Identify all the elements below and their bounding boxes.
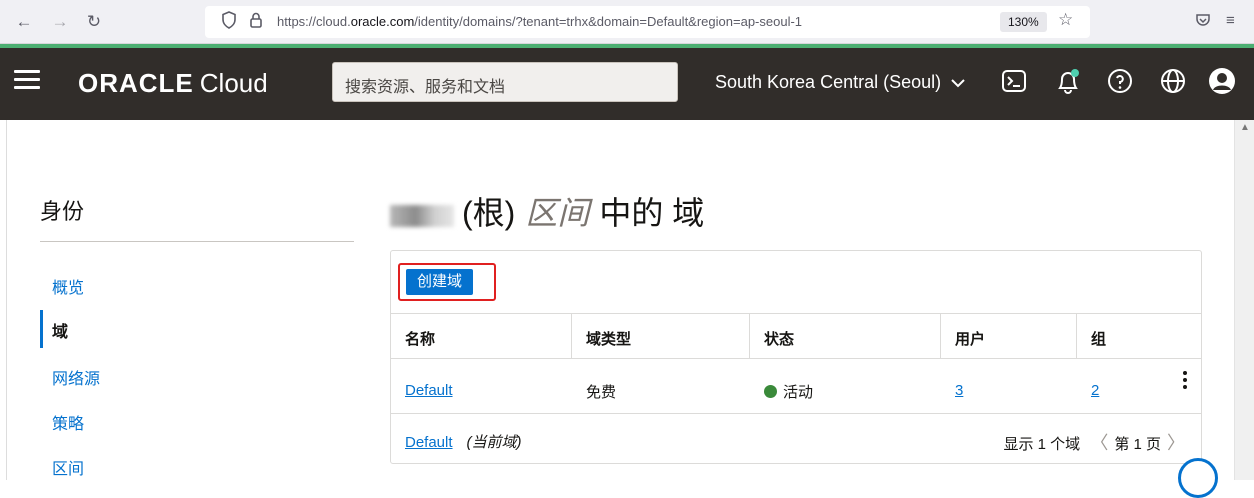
column-header-users[interactable]: 用户 <box>955 328 985 349</box>
page-title: (根) 区间 中的 域 <box>390 188 704 234</box>
domain-name-link[interactable]: Default <box>405 382 453 399</box>
bookmark-star-icon[interactable]: ☆ <box>1058 10 1073 30</box>
console-header: ORACLE Cloud 搜索资源、服务和文档 South Korea Centr… <box>0 44 1254 120</box>
language-globe-icon[interactable] <box>1155 63 1191 99</box>
help-lifebuoy-icon[interactable] <box>1178 458 1218 498</box>
region-label: South Korea Central (Seoul) <box>715 72 942 92</box>
back-icon[interactable]: ← <box>12 10 36 34</box>
help-icon[interactable] <box>1102 63 1138 99</box>
highlight-annotation <box>398 263 496 301</box>
domains-table-card: 创建域 名称 域类型 状态 用户 组 Default 免费 活动 3 2 Def… <box>390 250 1202 464</box>
pagination: 显示 1 个域 〈第 1 页〉 <box>1003 429 1191 455</box>
region-selector[interactable]: South Korea Central (Seoul) <box>715 72 966 93</box>
status-label: 活动 <box>783 384 814 401</box>
logo-product: Cloud <box>199 68 268 98</box>
menu-icon[interactable]: ≡ <box>1226 12 1235 29</box>
oracle-cloud-logo[interactable]: ORACLE Cloud <box>78 68 268 99</box>
address-bar[interactable]: https://cloud.oracle.com/identity/domain… <box>205 6 1090 38</box>
user-profile-icon[interactable] <box>1204 63 1240 99</box>
notifications-bell-icon[interactable] <box>1050 63 1086 99</box>
status-active-icon <box>764 385 777 398</box>
redacted-tenant-name <box>390 204 454 227</box>
divider <box>40 241 354 242</box>
sidebar-item-domains[interactable]: 域 <box>52 318 68 342</box>
sidebar-title: 身份 <box>40 199 85 224</box>
search-input[interactable]: 搜索资源、服务和文档 <box>332 62 678 102</box>
lock-icon[interactable] <box>249 11 263 32</box>
current-domain-note: (当前域) <box>466 434 522 451</box>
current-domain-info: Default (当前域) <box>405 431 522 452</box>
groups-count-link[interactable]: 2 <box>1091 382 1099 399</box>
divider <box>6 120 7 480</box>
sidebar-item-policies[interactable]: 策略 <box>52 410 84 434</box>
divider <box>571 314 572 358</box>
page-content: 身份 概览 域 网络源 策略 区间 (根) 区间 中的 域 创建域 名称 域类型 状… <box>0 120 1254 498</box>
title-domains: 中的 域 <box>599 195 705 231</box>
previous-page-icon[interactable]: 〈 <box>1090 433 1108 453</box>
zoom-level[interactable]: 130% <box>1000 12 1047 32</box>
hamburger-menu-icon[interactable] <box>14 70 40 90</box>
cloud-shell-icon[interactable] <box>996 63 1032 99</box>
title-compartment: 区间 <box>525 195 590 231</box>
divider <box>749 314 750 358</box>
next-page-icon[interactable]: 〉 <box>1167 433 1185 453</box>
domain-type: 免费 <box>586 384 617 401</box>
sidebar-item-compartments[interactable]: 区间 <box>52 455 84 479</box>
shield-icon[interactable] <box>221 11 237 33</box>
logo-brand: ORACLE <box>78 68 194 98</box>
current-domain-link[interactable]: Default <box>405 434 453 451</box>
column-header-groups[interactable]: 组 <box>1091 328 1106 349</box>
active-indicator <box>40 310 43 348</box>
sidebar-item-network-sources[interactable]: 网络源 <box>52 365 100 389</box>
users-count-link[interactable]: 3 <box>955 382 963 399</box>
chevron-down-icon <box>951 79 965 88</box>
title-root: (根) <box>462 195 516 231</box>
column-header-name[interactable]: 名称 <box>405 328 435 349</box>
domain-status: 活动 <box>764 381 813 402</box>
browser-toolbar: ← → ↻ https://cloud.oracle.com/identity/… <box>0 0 1254 44</box>
scroll-up-icon[interactable]: ▲ <box>1240 122 1250 133</box>
column-header-type[interactable]: 域类型 <box>586 328 631 349</box>
column-header-status[interactable]: 状态 <box>764 328 794 349</box>
page-scrollbar[interactable]: ▲ <box>1234 120 1254 480</box>
pocket-icon[interactable] <box>1195 12 1211 32</box>
divider <box>1076 314 1077 358</box>
reload-icon[interactable]: ↻ <box>82 10 106 34</box>
divider <box>940 314 941 358</box>
row-actions-menu-icon[interactable] <box>1183 371 1187 392</box>
url-text[interactable]: https://cloud.oracle.com/identity/domain… <box>277 14 802 29</box>
table-footer: Default (当前域) 显示 1 个域 〈第 1 页〉 <box>391 413 1201 463</box>
result-count: 显示 1 个域 <box>1003 436 1081 453</box>
page-indicator: 第 1 页 <box>1114 436 1161 453</box>
table-header-row: 名称 域类型 状态 用户 组 <box>391 313 1201 358</box>
sidebar-item-overview[interactable]: 概览 <box>52 274 84 298</box>
forward-icon[interactable]: → <box>48 10 72 34</box>
table-row: Default 免费 活动 3 2 <box>391 358 1201 413</box>
